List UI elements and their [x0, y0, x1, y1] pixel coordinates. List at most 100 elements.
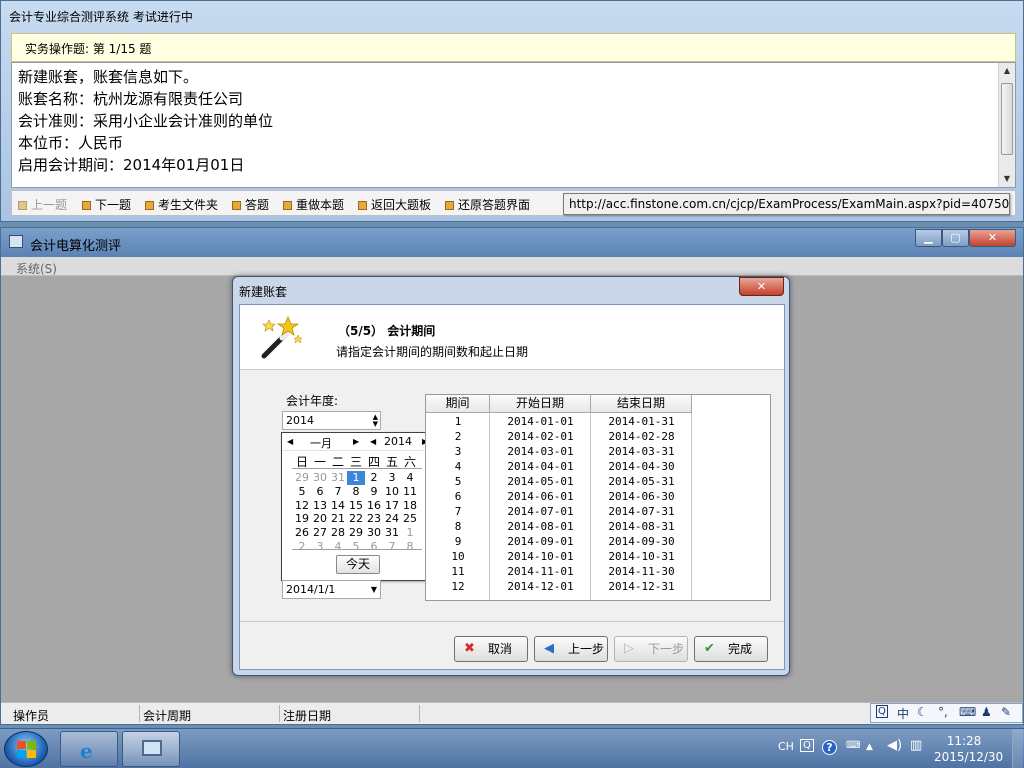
calendar-day[interactable]: 11 [401, 485, 419, 499]
calendar-day[interactable]: 27 [311, 526, 329, 540]
ime-tray-icon[interactable]: Q [800, 739, 814, 752]
redo-question-button[interactable]: 重做本题 [283, 196, 344, 213]
taskbar-accounting-app[interactable] [122, 731, 180, 767]
calendar-day[interactable]: 4 [329, 540, 347, 554]
cancel-button[interactable]: ✖ 取消 [454, 636, 528, 662]
calendar-day[interactable]: 15 [347, 499, 365, 513]
ime-toolbar[interactable]: Q 中 ☾ °, ⌨ ♟ ✎ [870, 703, 1023, 723]
column-header-start-date[interactable]: 开始日期 [490, 395, 591, 413]
calendar-day[interactable]: 23 [365, 512, 383, 526]
calendar-day[interactable]: 30 [311, 471, 329, 485]
calendar-day[interactable]: 30 [365, 526, 383, 540]
finish-button[interactable]: ✔ 完成 [694, 636, 768, 662]
calendar-day[interactable]: 26 [293, 526, 311, 540]
calendar-day[interactable]: 9 [365, 485, 383, 499]
calendar-day[interactable]: 5 [293, 485, 311, 499]
show-hidden-icons[interactable]: ▲ [866, 742, 873, 752]
help-icon[interactable]: ? [822, 740, 837, 755]
calendar-day[interactable]: 8 [401, 540, 419, 554]
menu-system[interactable]: 系统(S) [16, 260, 57, 277]
app-titlebar[interactable]: 会计电算化测评 ▁ ▢ ✕ [1, 228, 1023, 257]
previous-step-button[interactable]: ◀ 上一步 [534, 636, 608, 662]
calendar-day[interactable]: 29 [347, 526, 365, 540]
moon-icon[interactable]: ☾ [917, 705, 928, 719]
minimize-button[interactable]: ▁ [915, 229, 942, 247]
calendar-day[interactable]: 10 [383, 485, 401, 499]
next-question-button[interactable]: 下一题 [82, 196, 131, 213]
calendar-day[interactable]: 13 [311, 499, 329, 513]
calendar-day[interactable]: 16 [365, 499, 383, 513]
calendar-day[interactable]: 5 [347, 540, 365, 554]
show-desktop-button[interactable] [1012, 729, 1023, 768]
dialog-close-button[interactable]: ✕ [739, 277, 784, 296]
back-to-board-button[interactable]: 返回大题板 [358, 196, 431, 213]
ime-logo-icon[interactable]: Q [876, 705, 888, 718]
calendar-day[interactable]: 28 [329, 526, 347, 540]
calendar-month[interactable]: 一月 [310, 435, 332, 451]
calendar-divider [292, 549, 422, 550]
calendar-day[interactable]: 14 [329, 499, 347, 513]
right-arrow-icon: ▷ [624, 641, 634, 656]
calendar-day[interactable]: 3 [311, 540, 329, 554]
start-button[interactable] [4, 731, 48, 767]
answer-button[interactable]: 答题 [232, 196, 269, 213]
calendar-day[interactable]: 24 [383, 512, 401, 526]
ime-mode[interactable]: 中 [897, 705, 909, 722]
scroll-thumb[interactable] [1001, 83, 1013, 155]
prev-month-icon[interactable]: ◀ [287, 437, 293, 446]
calendar-day[interactable]: 22 [347, 512, 365, 526]
scroll-down-icon[interactable]: ▼ [999, 171, 1015, 187]
calendar-day[interactable]: 25 [401, 512, 419, 526]
question-text-area[interactable]: 新建账套，账套信息如下。 账套名称：杭州龙源有限责任公司 会计准则：采用小企业会… [11, 62, 1016, 188]
candidate-folder-button[interactable]: 考生文件夹 [145, 196, 218, 213]
calendar-day[interactable]: 1 [401, 526, 419, 540]
calendar-year[interactable]: 2014 [384, 435, 412, 448]
calendar-day[interactable]: 2 [365, 471, 383, 485]
chevron-down-icon[interactable]: ▼ [371, 585, 377, 594]
restore-interface-button[interactable]: 还原答题界面 [445, 196, 530, 213]
close-button[interactable]: ✕ [969, 229, 1016, 247]
calendar-day[interactable]: 6 [311, 485, 329, 499]
calendar-day[interactable]: 1 [347, 471, 365, 485]
calendar-day[interactable]: 20 [311, 512, 329, 526]
spin-down-icon[interactable]: ▼ [373, 421, 378, 428]
prev-question-button[interactable]: 上一题 [18, 196, 67, 213]
calendar-day[interactable]: 2 [293, 540, 311, 554]
start-date-dropdown[interactable]: 2014/1/1 ▼ [282, 580, 381, 599]
keyboard-icon[interactable]: ⌨ [959, 705, 976, 719]
scroll-up-icon[interactable]: ▲ [999, 63, 1015, 79]
calendar-day[interactable]: 12 [293, 499, 311, 513]
calendar-day[interactable]: 3 [383, 471, 401, 485]
calendar-day[interactable]: 18 [401, 499, 419, 513]
calendar-day[interactable]: 31 [383, 526, 401, 540]
column-header-end-date[interactable]: 结束日期 [591, 395, 692, 413]
user-icon[interactable]: ♟ [981, 705, 992, 719]
punctuation-icon[interactable]: °, [938, 705, 948, 719]
calendar-day[interactable]: 19 [293, 512, 311, 526]
question-scrollbar[interactable]: ▲ ▼ [998, 63, 1015, 187]
windows-logo-icon [17, 741, 26, 749]
calendar-day[interactable]: 4 [401, 471, 419, 485]
taskbar-ie[interactable]: e [60, 731, 118, 767]
system-clock[interactable]: 11:28 2015/12/30 [934, 733, 1003, 765]
next-step-button[interactable]: ▷ 下一步 [614, 636, 688, 662]
fiscal-year-stepper[interactable]: 2014 ▲ ▼ [282, 411, 381, 430]
calendar-day[interactable]: 7 [329, 485, 347, 499]
calendar-day[interactable]: 17 [383, 499, 401, 513]
language-indicator[interactable]: CH [778, 740, 794, 753]
column-header-period[interactable]: 期间 [426, 395, 490, 413]
calendar-day[interactable]: 7 [383, 540, 401, 554]
prev-year-icon[interactable]: ◀ [370, 437, 376, 446]
today-button[interactable]: 今天 [336, 555, 380, 574]
calendar-day[interactable]: 6 [365, 540, 383, 554]
volume-icon[interactable]: ◀) [887, 738, 902, 753]
maximize-button[interactable]: ▢ [942, 229, 969, 247]
calendar-day[interactable]: 8 [347, 485, 365, 499]
calendar-day[interactable]: 21 [329, 512, 347, 526]
calendar-day[interactable]: 31 [329, 471, 347, 485]
keyboard-tray-icon[interactable]: ⌨ [846, 740, 860, 751]
network-icon[interactable]: ▥ [910, 738, 922, 753]
wrench-icon[interactable]: ✎ [1001, 705, 1011, 719]
next-month-icon[interactable]: ▶ [353, 437, 359, 446]
calendar-day[interactable]: 29 [293, 471, 311, 485]
